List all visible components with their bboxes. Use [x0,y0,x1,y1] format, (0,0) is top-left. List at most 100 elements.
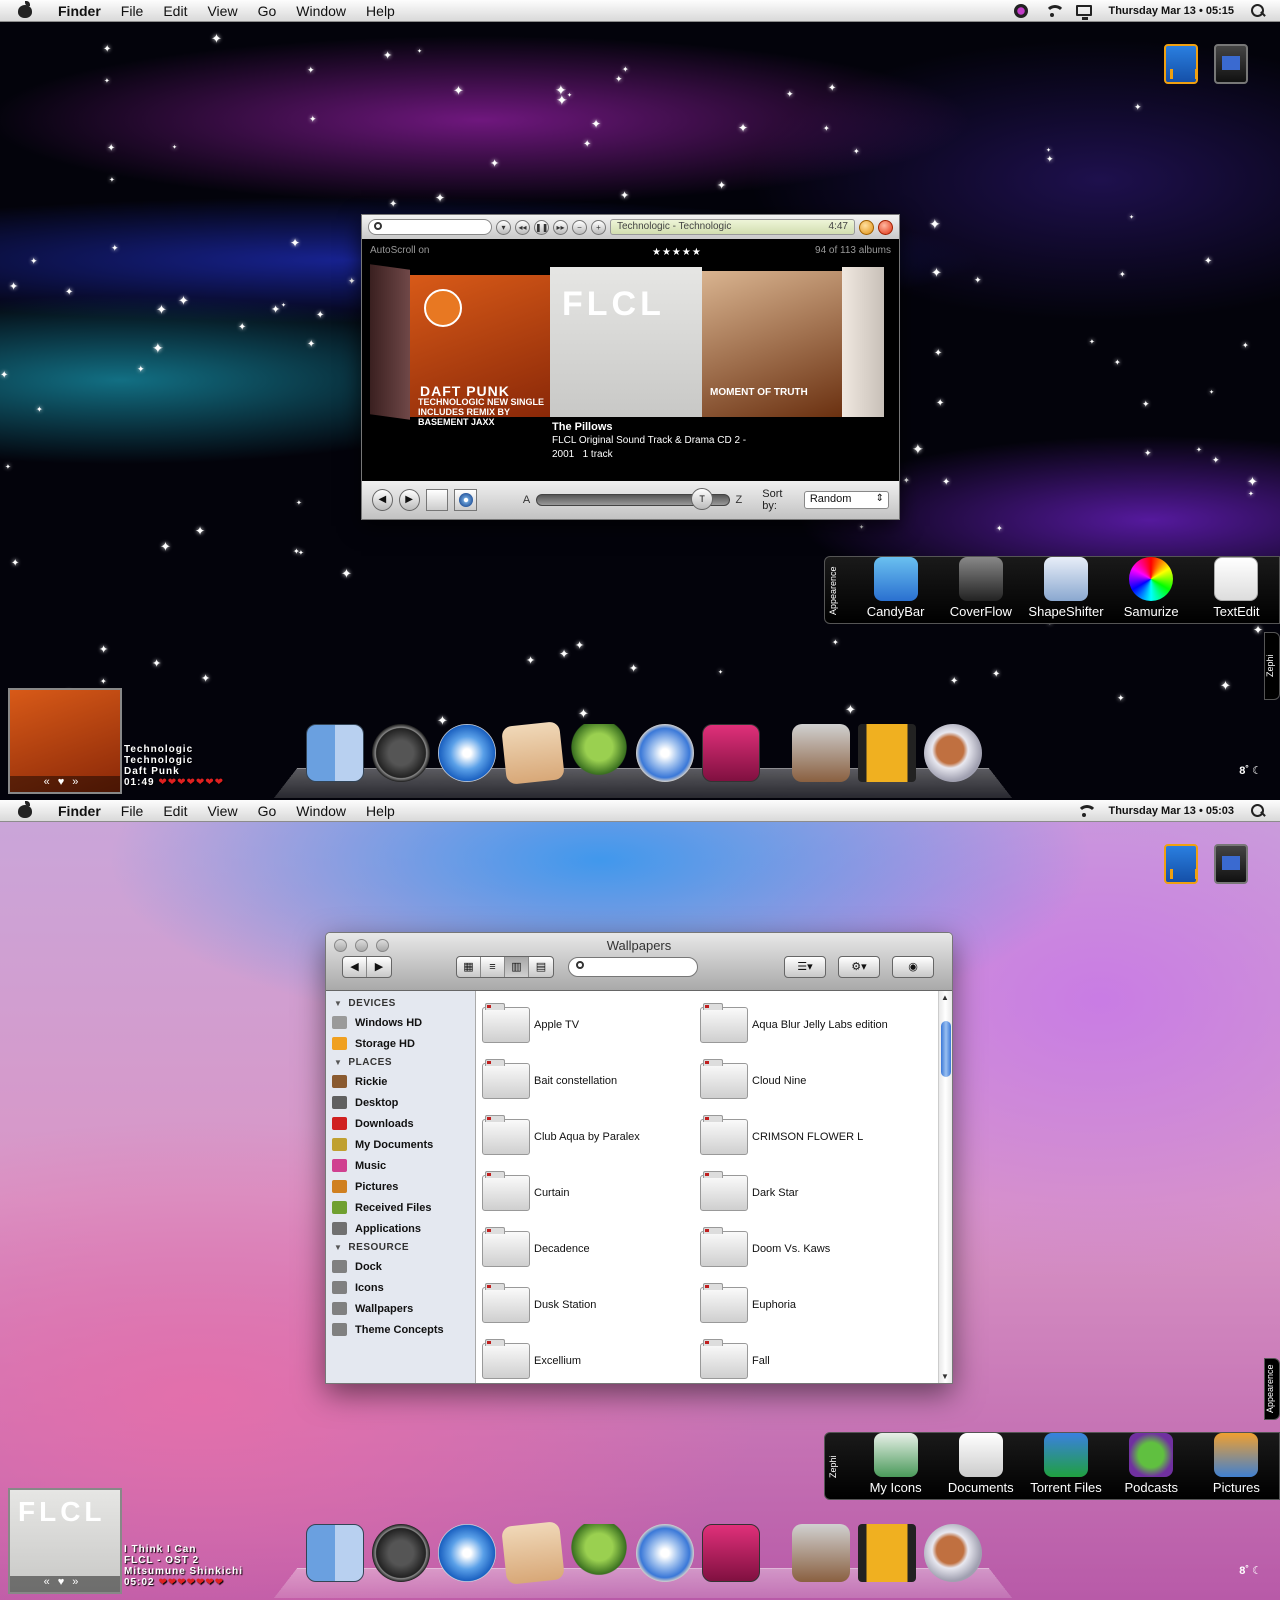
sidebar-item[interactable]: Downloads [326,1113,475,1134]
fast-forward-button[interactable]: ▸▸ [553,219,568,235]
menu-file[interactable]: File [111,3,154,19]
album-cover-flcl[interactable]: FLCL [550,267,702,417]
menu-go[interactable]: Go [248,803,287,819]
now-playing-controls[interactable]: «♥» [10,1576,120,1592]
hamster-dock-icon[interactable] [924,724,982,782]
disclosure-triangle-icon[interactable]: ▼ [334,1058,342,1067]
rating-hearts[interactable]: ❤❤❤❤❤❤❤ [158,777,224,788]
menu-window[interactable]: Window [286,3,356,19]
director-icon[interactable] [1164,44,1198,84]
folder-item[interactable]: Doom Vs. Kaws [700,1221,918,1277]
album-cover[interactable] [842,267,884,417]
scroll-down-icon[interactable]: ▼ [941,1372,949,1381]
apple-menu-icon[interactable] [14,0,36,22]
menu-clock[interactable]: Thursday Mar 13 • 05:03 [1108,805,1234,817]
shelf-item-podcasts[interactable]: Podcasts [1109,1433,1194,1495]
scroll-up-icon[interactable]: ▲ [941,993,949,1002]
dashboard-dock-icon[interactable] [372,724,430,782]
folder-item[interactable]: Fall [700,1333,918,1383]
folder-item[interactable]: Dusk Station [482,1277,700,1333]
folder-item[interactable]: CRIMSON FLOWER L [700,1109,918,1165]
polaroid-dock-icon[interactable] [792,1524,850,1582]
coverflow-dock-icon[interactable] [702,1524,760,1582]
film-dock-icon[interactable] [858,724,916,782]
mame-icon[interactable] [1214,844,1248,884]
sidebar-item[interactable]: My Documents [326,1134,475,1155]
dashboard-dock-icon[interactable] [372,1524,430,1582]
display-icon[interactable] [1076,5,1093,20]
volume-up-button[interactable]: + [591,219,606,235]
finder-search-input[interactable] [568,957,698,977]
sidebar-section-header[interactable]: ▼ DEVICES [326,995,475,1012]
adium-dock-icon[interactable] [570,724,628,782]
arrange-button[interactable]: ☰▾ [784,956,826,978]
apple-menu-icon[interactable] [14,800,36,822]
shelf-item-my-icons[interactable]: My Icons [853,1433,938,1495]
polaroid-dock-icon[interactable] [792,724,850,782]
wifi-icon[interactable] [1076,804,1098,818]
folder-item[interactable]: Euphoria [700,1277,918,1333]
side-tab-appearence[interactable]: Appearence [1264,1358,1280,1420]
sidebar-item[interactable]: Rickie [326,1071,475,1092]
album-cover-flow[interactable]: DAFT PUNK TECHNOLOGIC NEW SINGLE INCLUDES… [370,264,892,437]
rating-stars[interactable]: ★★★★★ [652,247,702,258]
album-cover-daft-punk[interactable]: DAFT PUNK TECHNOLOGIC NEW SINGLE INCLUDES… [410,275,550,427]
menu-help[interactable]: Help [356,803,405,819]
sidebar-item[interactable]: Theme Concepts [326,1319,475,1340]
sort-select[interactable]: Random [803,491,889,509]
menu-go[interactable]: Go [248,3,287,19]
folder-item[interactable]: Apple TV [482,997,700,1053]
sidebar-section-header[interactable]: ▼ RESOURCE [326,1239,475,1256]
action-gear-button[interactable]: ⚙▾ [838,956,880,978]
mame-icon[interactable] [1214,44,1248,84]
previous-button[interactable]: ◀ [372,489,393,511]
sidebar-section-header[interactable]: ▼ PLACES [326,1054,475,1071]
finder-dock-icon[interactable] [306,1524,364,1582]
quick-look-eye-button[interactable]: ◉ [892,956,934,978]
sidebar-item[interactable]: Storage HD [326,1033,475,1054]
list-view-button[interactable]: ≡ [481,957,505,977]
alphabet-slider[interactable]: T [536,488,730,510]
shelf-item-pictures[interactable]: Pictures [1194,1433,1279,1495]
album-cover-gang-starr[interactable]: MOMENT OF TRUTH [702,271,842,417]
folder-item[interactable]: Aqua Blur Jelly Labs edition [700,997,918,1053]
director-icon[interactable] [1164,844,1198,884]
back-button[interactable]: ◀ [343,957,367,977]
scroll-thumb[interactable] [941,1021,951,1077]
spotlight-icon[interactable] [1250,3,1266,18]
shelf-item-coverflow[interactable]: CoverFlow [938,557,1023,619]
menu-view[interactable]: View [197,3,247,19]
menu-window[interactable]: Window [286,803,356,819]
album-cover[interactable] [370,264,410,420]
close-button[interactable] [878,219,893,235]
sidebar-item[interactable]: Wallpapers [326,1298,475,1319]
adium-dock-icon[interactable] [570,1524,628,1582]
rating-hearts[interactable]: ❤❤❤❤❤❤❤ [158,1577,224,1588]
coverflow-view-button[interactable]: ▤ [529,957,553,977]
shelf-item-textedit[interactable]: TextEdit [1194,557,1279,619]
coverflow-search-input[interactable] [368,219,492,235]
side-tab-zephi[interactable]: Zephi [1264,632,1280,700]
disc-view-button[interactable] [454,489,477,511]
shelf-item-torrent-files[interactable]: Torrent Files [1023,1433,1108,1495]
weather-widget[interactable]: 8˚ ☾ [1239,1564,1262,1577]
shelf-item-shapeshifter[interactable]: ShapeShifter [1023,557,1108,619]
menu-view[interactable]: View [197,803,247,819]
folder-item[interactable]: Curtain [482,1165,700,1221]
spotlight-icon[interactable] [1250,803,1266,818]
menu-file[interactable]: File [111,803,154,819]
sidebar-item[interactable]: Icons [326,1277,475,1298]
heart-status-icon[interactable] [1014,3,1029,18]
safari-dock-icon[interactable] [438,1524,496,1582]
menu-clock[interactable]: Thursday Mar 13 • 05:15 [1108,5,1234,17]
mail-dock-icon[interactable] [501,1521,565,1585]
safari-dock-icon[interactable] [438,724,496,782]
folder-item[interactable]: Bait constellation [482,1053,700,1109]
menu-help[interactable]: Help [356,3,405,19]
wifi-icon[interactable] [1044,4,1066,18]
menu-app-finder[interactable]: Finder [48,3,111,19]
shelf-tab-label[interactable]: Zephi [828,1439,842,1495]
sidebar-item[interactable]: Music [326,1155,475,1176]
weather-widget[interactable]: 8˚ ☾ [1239,764,1262,777]
shelf-item-samurize[interactable]: Samurize [1109,557,1194,619]
